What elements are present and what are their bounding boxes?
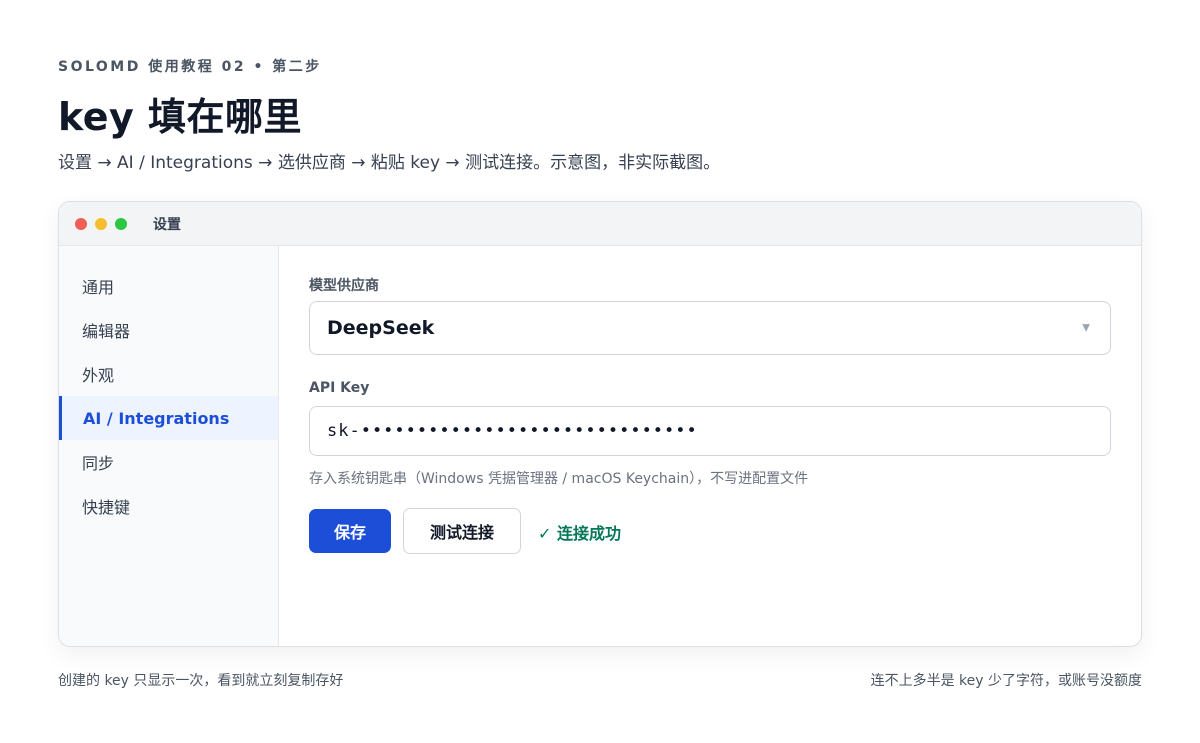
api-key-label: API Key [309, 380, 370, 396]
sidebar-item-shortcuts[interactable]: 快捷键 [59, 484, 278, 528]
provider-selected-value: DeepSeek [327, 317, 435, 339]
window-titlebar: 设置 [59, 202, 1141, 246]
settings-sidebar: 通用 编辑器 外观 AI / Integrations 同步 快捷键 [59, 246, 279, 646]
save-button[interactable]: 保存 [309, 509, 391, 553]
settings-window: 设置 通用 编辑器 外观 AI / Integrations 同步 快捷键 模型… [58, 201, 1142, 647]
chevron-down-icon: ▼ [1082, 322, 1090, 334]
api-key-hint: 存入系统钥匙串（Windows 凭据管理器 / macOS Keychain），… [309, 471, 809, 487]
sidebar-item-label: 外观 [82, 366, 115, 385]
close-window-icon[interactable] [75, 217, 87, 230]
maximize-window-icon[interactable] [115, 217, 127, 230]
eyebrow-label: SOLOMD 使用教程 02 • 第二步 [58, 59, 322, 75]
provider-select[interactable]: DeepSeek ▼ [309, 301, 1111, 355]
sidebar-item-editor[interactable]: 编辑器 [59, 308, 278, 352]
connection-status: ✓ 连接成功 [538, 524, 621, 543]
sidebar-item-general[interactable]: 通用 [59, 264, 278, 308]
api-key-value: sk-•••••••••••••••••••••••••••••• [327, 421, 698, 441]
provider-label: 模型供应商 [309, 278, 379, 294]
sidebar-item-sync[interactable]: 同步 [59, 440, 278, 484]
sidebar-item-appearance[interactable]: 外观 [59, 352, 278, 396]
settings-content: 模型供应商 DeepSeek ▼ API Key sk-••••••••••••… [309, 246, 1111, 646]
sidebar-item-label: 编辑器 [82, 322, 131, 341]
sidebar-item-label: 通用 [82, 278, 115, 297]
page-title: key 填在哪里 [58, 95, 303, 139]
test-connection-button[interactable]: 测试连接 [403, 508, 521, 554]
footer-tip-left: 创建的 key 只显示一次，看到就立刻复制存好 [58, 673, 344, 689]
sidebar-item-label: AI / Integrations [83, 408, 230, 428]
api-key-input[interactable]: sk-•••••••••••••••••••••••••••••• [309, 406, 1111, 456]
sidebar-item-label: 同步 [82, 454, 115, 473]
sidebar-item-ai-integrations[interactable]: AI / Integrations [59, 396, 278, 440]
footer-tip-right: 连不上多半是 key 少了字符，或账号没额度 [870, 673, 1142, 689]
minimize-window-icon[interactable] [95, 217, 107, 230]
window-title: 设置 [153, 216, 181, 233]
sidebar-item-label: 快捷键 [82, 498, 131, 517]
page-subtitle: 设置 → AI / Integrations → 选供应商 → 粘贴 key →… [58, 153, 721, 173]
